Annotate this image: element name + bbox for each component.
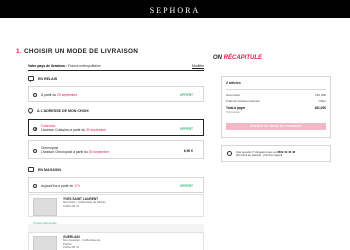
top-bar: SEPHORA (0, 0, 350, 18)
radio-relais[interactable] (33, 93, 37, 97)
summary-subtotal-row: Sous-total 181,00€ (226, 93, 326, 97)
step-number: 1. (16, 48, 22, 55)
summary-shipping-value: Offert (318, 99, 326, 103)
help-text: Une question ? Appelez-nous au 0809 40 4… (236, 149, 296, 158)
store-product-card: YVES SAINT LAURENT Mon Paris - Coffret E… (28, 194, 204, 225)
section-relais-title: EN RELAIS (38, 76, 58, 81)
summary-title: ON RÉCAPITULE (213, 55, 263, 61)
product-image (33, 198, 57, 216)
option-colissimo-text: Colissimo Livraison Colissimo à partir d… (41, 123, 107, 132)
store-icon (28, 167, 34, 172)
product-image (33, 236, 57, 250)
section-store-title: EN MAGASIN (38, 167, 61, 172)
option-chronopost-text: Chronopost Livraison Chronopost à partir… (41, 145, 110, 154)
step-title-text: CHOISIR UN MODE DE LIVRAISON (24, 48, 139, 55)
delivery-country: Votre pays de livraison : France métropo… (28, 64, 204, 68)
step-title: 1. CHOISIR UN MODE DE LIVRAISON (16, 48, 138, 55)
summary-vat-note: TVA incluse (226, 111, 240, 114)
delivery-option-colissimo[interactable]: Colissimo Livraison Colissimo à partir d… (28, 119, 204, 136)
summary-shipping-row: Frais de livraison estimés Offert (226, 99, 326, 103)
store-product-line3: Coffret 50 ml (63, 245, 79, 250)
option-relais-date: 29 septembre (57, 93, 78, 97)
store-card-separator (28, 224, 204, 232)
country-value: France métropolitaine (67, 64, 101, 68)
section-store: EN MAGASIN (28, 167, 61, 172)
summary-subtotal-value: 181,00€ (315, 93, 326, 97)
brand-logo[interactable]: SEPHORA (150, 6, 200, 15)
section-home-title: À L'ADRESSE DE MON CHOIX (37, 108, 89, 113)
section-home: À L'ADRESSE DE MON CHOIX (26, 106, 89, 115)
radio-magasin[interactable] (33, 184, 37, 188)
help-box: Une question ? Appelez-nous au 0809 40 4… (221, 145, 331, 162)
summary-divider (226, 89, 326, 90)
store-product-card: GUERLAIN Mon Guerlain - Coffret Eau de P… (28, 232, 204, 250)
radio-colissimo[interactable] (33, 126, 37, 131)
proceed-to-payment-button[interactable]: PASSER AU MODE DE PAIEMENT (226, 123, 326, 130)
order-summary: 2 articles Sous-total 181,00€ Frais de l… (221, 76, 331, 138)
option-magasin-time: 17h (74, 184, 80, 188)
modify-country-link[interactable]: Modifier (192, 64, 204, 68)
delivery-option-relais[interactable]: À partir du 29 septembre OFFERT (28, 86, 204, 102)
location-pin-icon (26, 106, 35, 115)
option-colissimo-date: 30 septembre (86, 127, 107, 132)
help-note: (Du lundi au samedi : prix d'un appel) (236, 153, 283, 158)
country-divider (28, 70, 204, 71)
summary-title-accent: RÉCAPITULE (223, 55, 263, 61)
phone-icon (227, 151, 232, 156)
radio-chronopost[interactable] (33, 148, 37, 153)
summary-articles-count[interactable]: 2 articles (226, 81, 241, 85)
truck-icon (28, 76, 34, 82)
store-product-line2: Coffret 90 ml (63, 203, 79, 208)
summary-total-value: 181,00€ (314, 106, 326, 110)
option-chronopost-price: 6,90 € (183, 148, 193, 153)
summary-total-row: Total à payer 181,00€ (226, 106, 326, 110)
option-colissimo-price: OFFERT (179, 126, 193, 131)
option-relais-text: À partir du 29 septembre (41, 93, 78, 97)
delivery-option-chronopost[interactable]: Chronopost Livraison Chronopost à partir… (28, 140, 204, 159)
section-relais: EN RELAIS (28, 76, 58, 82)
option-relais-price: OFFERT (179, 93, 193, 97)
option-chronopost-date: 30 septembre (88, 149, 110, 154)
country-label: Votre pays de livraison : (28, 64, 67, 68)
option-magasin-text: Aujourd'hui à partir de 17h (41, 184, 80, 188)
delivery-option-magasin[interactable]: Aujourd'hui à partir de 17h OFFERT (28, 177, 204, 193)
option-magasin-price: OFFERT (179, 184, 193, 188)
